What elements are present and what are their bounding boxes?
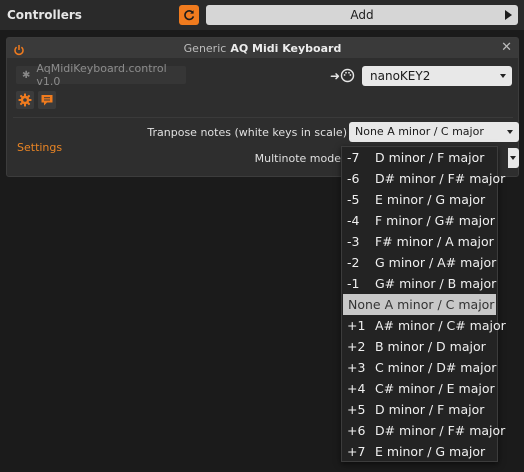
option-label: D minor / F major [374, 150, 485, 165]
option-label: E minor / G major [374, 192, 486, 207]
option-number: -3 [347, 234, 360, 249]
chevron-down-icon [500, 74, 506, 78]
transpose-select[interactable]: None A minor / C major [349, 122, 519, 142]
play-arrow-icon [505, 10, 512, 20]
transpose-value: None A minor / C major [355, 125, 484, 138]
dropdown-option[interactable]: +1 A# minor / C# major [342, 315, 506, 336]
gear-icon [18, 93, 32, 107]
option-number: +1 [347, 318, 366, 333]
dropdown-option[interactable]: -7 D minor / F major [342, 147, 497, 168]
option-label: A# minor / C# major [374, 318, 506, 333]
dropdown-option[interactable]: -5 E minor / G major [342, 189, 497, 210]
option-number: -7 [347, 150, 360, 165]
controllers-toolbar: Controllers Add [0, 0, 524, 30]
midi-port-icon [340, 68, 355, 87]
dropdown-option[interactable]: -2 G minor / A# major [342, 252, 497, 273]
settings-label: Settings [17, 141, 63, 154]
option-label: E minor / G major [374, 444, 486, 459]
option-number: -1 [347, 276, 360, 291]
option-number: +6 [347, 423, 366, 438]
dropdown-option[interactable]: -4 F minor / G# major [342, 210, 497, 231]
dropdown-option[interactable]: +7 E minor / G major [342, 441, 497, 462]
controller-panel-header: Generic AQ Midi Keyboard ✕ [7, 38, 518, 58]
transpose-label: Tranpose notes (white keys in scale) [147, 126, 347, 139]
option-number: +4 [347, 381, 366, 396]
dropdown-option[interactable]: +2 B minor / D major [342, 336, 497, 357]
controller-title: Generic AQ Midi Keyboard [7, 42, 518, 55]
dropdown-option[interactable]: -1 G# minor / B major [342, 273, 497, 294]
option-label: C minor / D# major [374, 360, 497, 375]
option-label: D# minor / F# major [374, 423, 506, 438]
midi-input-value: nanoKEY2 [370, 69, 431, 83]
transpose-dropdown-menu: -7 D minor / F major -6 D# minor / F# ma… [341, 146, 506, 462]
multinote-select[interactable] [508, 148, 519, 168]
chevron-down-icon [507, 130, 513, 134]
add-controller-button[interactable]: Add [206, 5, 518, 25]
option-label: G minor / A# major [374, 255, 497, 270]
script-name: AqMidiKeyboard.control v1.0 [36, 62, 167, 88]
settings-button[interactable] [16, 91, 34, 109]
option-number: -5 [347, 192, 360, 207]
dropdown-option[interactable]: -3 F# minor / A major [342, 231, 497, 252]
option-label: F# minor / A major [374, 234, 494, 249]
option-label: C# minor / E major [374, 381, 495, 396]
dropdown-option[interactable]: +4 C# minor / E major [342, 378, 497, 399]
option-number: -6 [347, 171, 360, 186]
option-label: G# minor / B major [374, 276, 497, 291]
comment-icon [41, 95, 53, 106]
dropdown-option[interactable]: -6 D# minor / F# major [342, 168, 505, 189]
script-info: ✱ AqMidiKeyboard.control v1.0 [16, 62, 186, 88]
notes-button[interactable] [38, 91, 56, 109]
option-label: D# minor / F# major [374, 171, 506, 186]
controller-vendor: Generic [183, 42, 227, 55]
refresh-button[interactable] [179, 5, 199, 25]
option-number: +3 [347, 360, 366, 375]
option-label: B minor / D major [374, 339, 486, 354]
add-button-label: Add [350, 8, 374, 22]
option-number: None [348, 297, 381, 312]
chevron-down-icon [510, 156, 516, 160]
option-label: F minor / G# major [374, 213, 495, 228]
option-label: D minor / F major [374, 402, 485, 417]
dropdown-option[interactable]: +3 C minor / D# major [342, 357, 497, 378]
close-icon[interactable]: ✕ [501, 40, 512, 55]
controller-name: AQ Midi Keyboard [230, 42, 342, 55]
option-number: +7 [347, 444, 366, 459]
midi-input-select[interactable]: nanoKEY2 [362, 66, 512, 86]
multinote-label: Multinote mode [254, 152, 341, 165]
option-number: +2 [347, 339, 366, 354]
script-icon: ✱ [22, 69, 31, 81]
dropdown-option[interactable]: +5 D minor / F major [342, 399, 497, 420]
dropdown-option[interactable]: +6 D# minor / F# major [342, 420, 505, 441]
option-number: +5 [347, 402, 366, 417]
arrow-right-icon: ➜ [330, 69, 341, 83]
option-number: -2 [347, 255, 360, 270]
controllers-title: Controllers [7, 8, 82, 22]
option-label: A minor / C major [384, 297, 495, 312]
option-number: -4 [347, 213, 360, 228]
dropdown-option-selected[interactable]: None A minor / C major [343, 294, 496, 315]
refresh-icon [184, 10, 195, 21]
